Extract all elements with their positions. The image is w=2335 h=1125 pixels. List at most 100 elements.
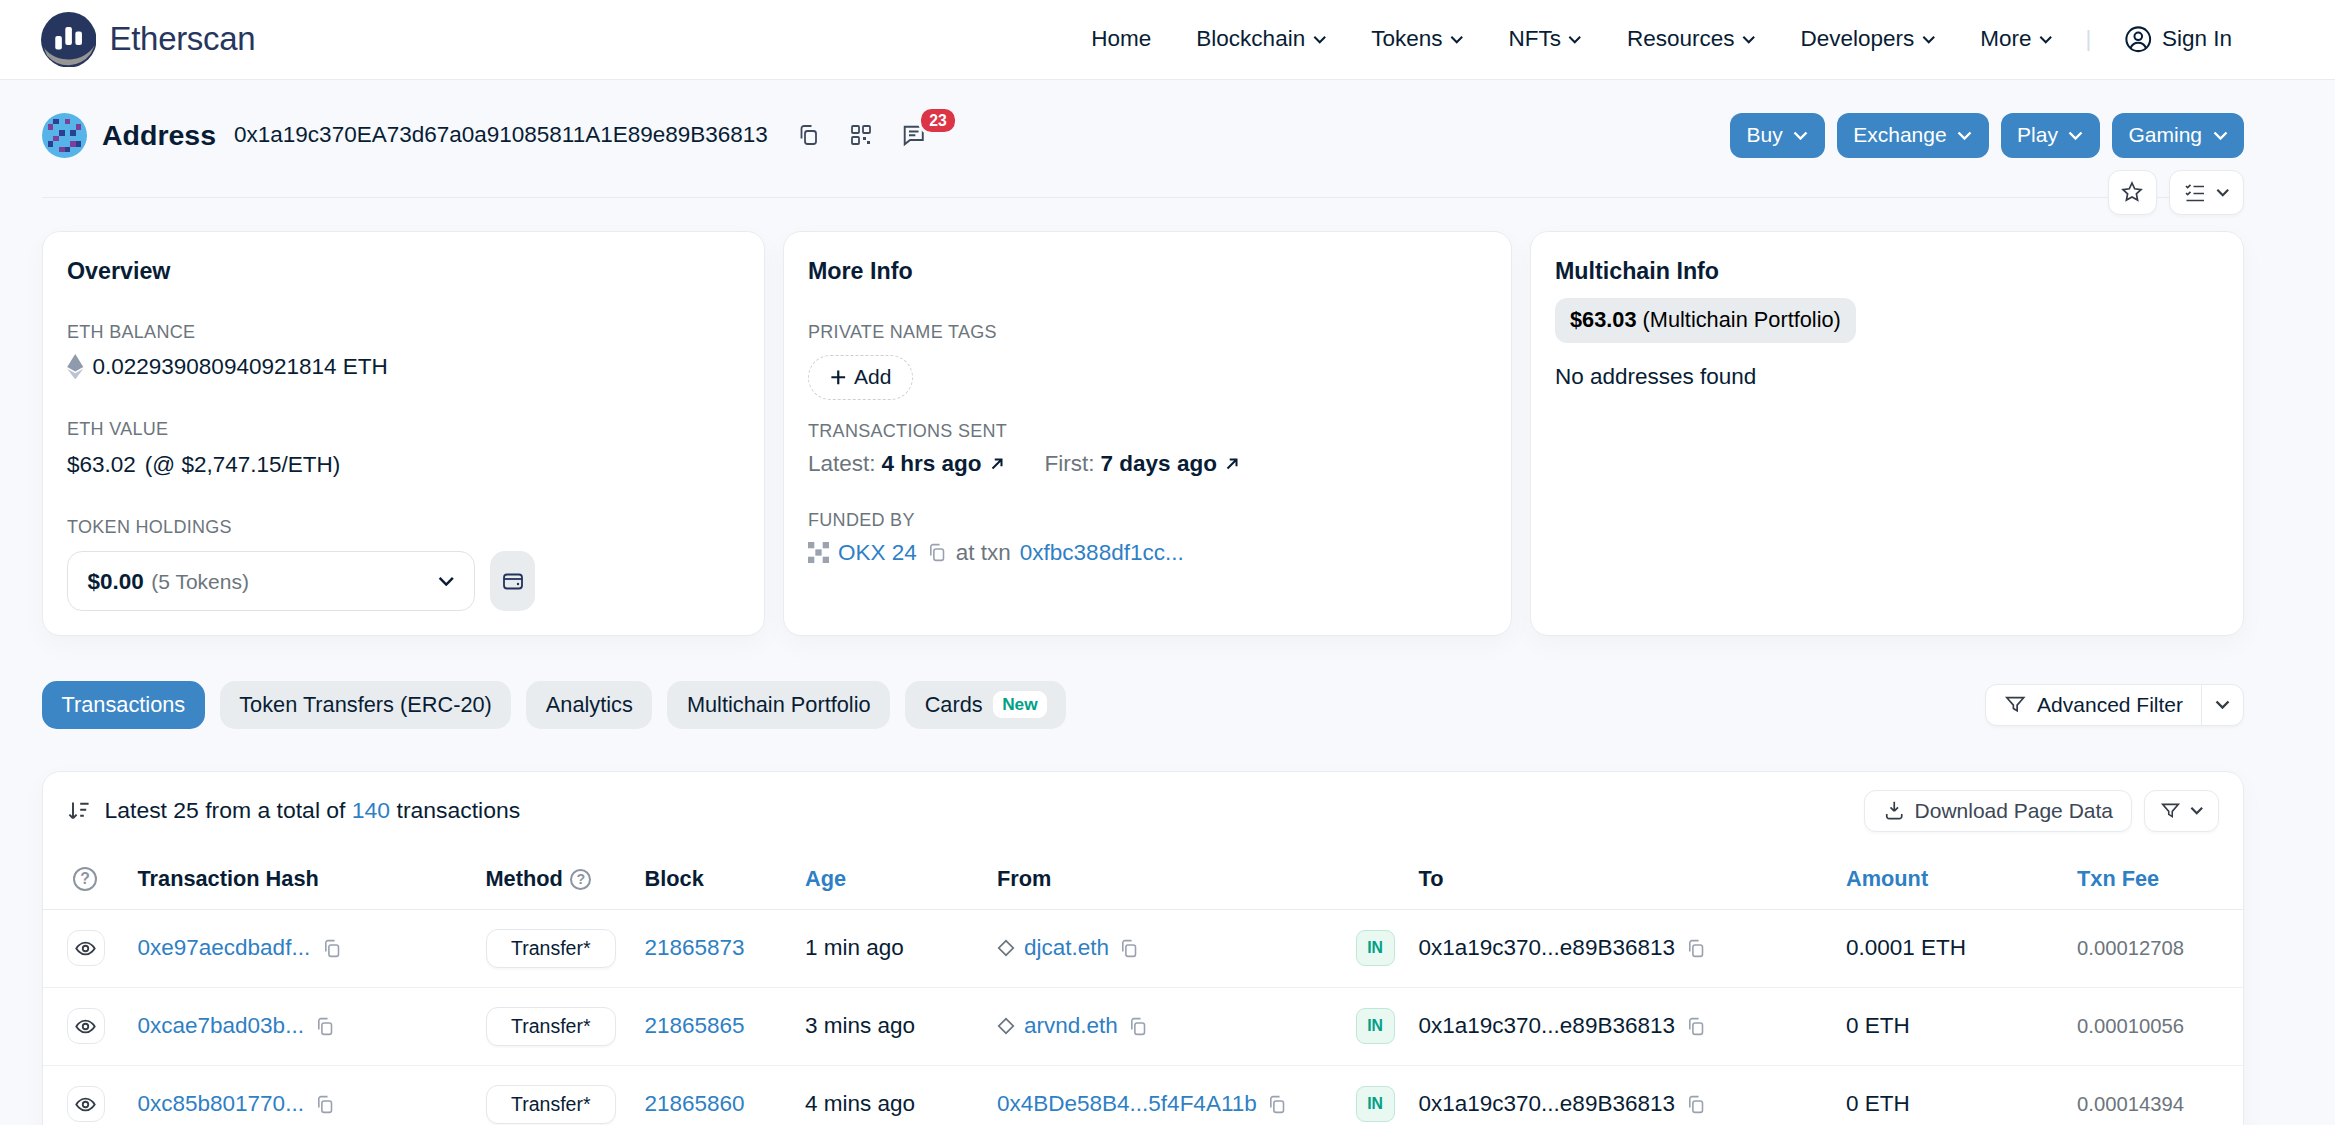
preview-eye-button[interactable] <box>67 1008 105 1044</box>
funding-txn-link[interactable]: 0xfbc388df1cc... <box>1020 540 1184 566</box>
copy-to-button[interactable] <box>1685 1016 1706 1037</box>
play-button[interactable]: Play <box>2001 113 2100 158</box>
advanced-filter-split-button: Advanced Filter <box>1985 684 2244 726</box>
col-method: Method <box>486 866 563 892</box>
copy-tx-hash-button[interactable] <box>314 1016 335 1037</box>
table-filter-button[interactable] <box>2144 790 2219 832</box>
latest-tx-link[interactable]: 4 hrs ago <box>882 451 982 477</box>
wallet-button[interactable] <box>490 551 535 611</box>
block-link[interactable]: 21865860 <box>645 1091 806 1117</box>
col-txn-fee-sort[interactable]: Txn Fee <box>2077 866 2221 892</box>
copy-icon <box>1685 1094 1706 1115</box>
add-name-tag-button[interactable]: Add <box>808 355 913 400</box>
funder-link[interactable]: OKX 24 <box>838 540 917 566</box>
copy-icon <box>1685 938 1706 959</box>
tab-cards[interactable]: CardsNew <box>905 681 1066 729</box>
user-icon <box>2124 25 2153 54</box>
exchange-button[interactable]: Exchange <box>1837 113 1989 158</box>
direction-in-badge: IN <box>1356 1008 1395 1044</box>
filter-funnel-icon <box>2004 693 2027 716</box>
chevron-down-icon <box>1742 35 1756 44</box>
copy-from-button[interactable] <box>1127 1016 1148 1037</box>
summary-cards: Overview ETH BALANCE 0.02293908094092181… <box>42 231 2244 624</box>
tab-analytics[interactable]: Analytics <box>526 681 652 729</box>
download-icon <box>1883 799 1906 822</box>
method-help-icon[interactable]: ? <box>570 869 591 890</box>
amount-cell: 0.0001 ETH <box>1846 935 2077 961</box>
col-amount-sort[interactable]: Amount <box>1846 866 2077 892</box>
copy-icon <box>314 1016 335 1037</box>
latest-label: Latest: <box>808 451 876 477</box>
etherscan-logo[interactable]: Etherscan <box>41 12 256 68</box>
copy-to-button[interactable] <box>1685 1094 1706 1115</box>
qr-code-button[interactable] <box>849 123 873 147</box>
tab-transactions[interactable]: Transactions <box>42 681 205 729</box>
tx-hash-link[interactable]: 0xe97aecdbadf... <box>138 935 311 961</box>
block-link[interactable]: 21865873 <box>645 935 806 961</box>
method-badge[interactable]: Transfer* <box>486 1085 617 1124</box>
tx-hash-link[interactable]: 0xcae7bad03b... <box>138 1013 304 1039</box>
from-address-link[interactable]: djcat.eth <box>1024 935 1109 961</box>
nav-resources[interactable]: Resources <box>1627 26 1756 52</box>
copy-tx-hash-button[interactable] <box>314 1094 335 1115</box>
multichain-title: Multichain Info <box>1555 256 2219 286</box>
copy-icon <box>1685 1016 1706 1037</box>
advanced-filter-caret[interactable] <box>2201 685 2243 725</box>
tabs: Transactions Token Transfers (ERC-20) An… <box>42 681 1066 729</box>
nav-tokens[interactable]: Tokens <box>1371 26 1463 52</box>
comments-button[interactable]: 23 <box>901 122 927 148</box>
preview-eye-button[interactable] <box>67 1086 105 1122</box>
buy-button[interactable]: Buy <box>1730 113 1825 158</box>
first-tx-link[interactable]: 7 days ago <box>1101 451 1217 477</box>
tx-hash-link[interactable]: 0xc85b801770... <box>138 1091 304 1117</box>
chevron-down-icon <box>1313 35 1327 44</box>
chevron-down-icon <box>1568 35 1582 44</box>
advanced-filter-button[interactable]: Advanced Filter <box>1986 685 2201 725</box>
token-holdings-select[interactable]: $0.00(5 Tokens) <box>67 551 475 611</box>
multichain-info-card: Multichain Info $63.03 (Multichain Portf… <box>1530 231 2244 637</box>
main-nav: Home Blockchain Tokens NFTs Resources De… <box>1091 25 2232 54</box>
nav-blockchain[interactable]: Blockchain <box>1196 26 1326 52</box>
private-name-tags-label: PRIVATE NAME TAGS <box>808 322 1487 343</box>
tab-multichain-portfolio[interactable]: Multichain Portfolio <box>667 681 890 729</box>
copy-address-button[interactable] <box>796 123 820 147</box>
copy-icon <box>1266 1094 1287 1115</box>
copy-to-button[interactable] <box>1685 938 1706 959</box>
col-block: Block <box>645 866 806 892</box>
method-badge[interactable]: Transfer* <box>486 929 617 968</box>
hero-divider <box>42 197 2244 198</box>
checklist-icon <box>2183 180 2207 204</box>
eth-value-label: ETH VALUE <box>67 419 740 440</box>
eth-value: $63.02 <box>67 448 136 481</box>
nav-developers[interactable]: Developers <box>1801 26 1936 52</box>
arrow-up-right-icon <box>988 455 1006 473</box>
nav-more[interactable]: More <box>1980 26 2052 52</box>
transactions-sent-label: TRANSACTIONS SENT <box>808 421 1487 442</box>
multichain-portfolio-button[interactable]: $63.03 (Multichain Portfolio) <box>1555 298 1856 343</box>
copy-from-button[interactable] <box>1118 938 1139 959</box>
col-age-sort[interactable]: Age <box>805 866 997 892</box>
nav-home[interactable]: Home <box>1091 26 1151 52</box>
total-transactions-link[interactable]: 140 <box>352 797 390 823</box>
more-info-card: More Info PRIVATE NAME TAGS Add TRANSACT… <box>783 231 1512 637</box>
txn-fee-cell: 0.00012708 <box>2077 937 2221 960</box>
download-page-data-button[interactable]: Download Page Data <box>1864 790 2132 832</box>
help-icon[interactable]: ? <box>73 867 97 891</box>
method-badge[interactable]: Transfer* <box>486 1007 617 1046</box>
copy-tx-hash-button[interactable] <box>321 938 342 959</box>
sign-in-button[interactable]: Sign In <box>2124 25 2232 54</box>
chevron-down-icon <box>2039 35 2053 44</box>
gaming-button[interactable]: Gaming <box>2112 113 2244 158</box>
copy-icon <box>321 938 342 959</box>
copy-funder-button[interactable] <box>926 542 947 563</box>
tab-token-transfers[interactable]: Token Transfers (ERC-20) <box>220 681 512 729</box>
copy-from-button[interactable] <box>1266 1094 1287 1115</box>
block-link[interactable]: 21865865 <box>645 1013 806 1039</box>
from-address-link[interactable]: 0x4BDe58B4...5f4F4A11b <box>997 1091 1257 1117</box>
from-address-link[interactable]: arvnd.eth <box>1024 1013 1118 1039</box>
nav-nfts[interactable]: NFTs <box>1508 26 1582 52</box>
chevron-down-icon <box>1957 131 1972 140</box>
preview-eye-button[interactable] <box>67 930 105 966</box>
watchlist-button[interactable] <box>2169 170 2244 215</box>
favorite-star-button[interactable] <box>2108 170 2158 215</box>
